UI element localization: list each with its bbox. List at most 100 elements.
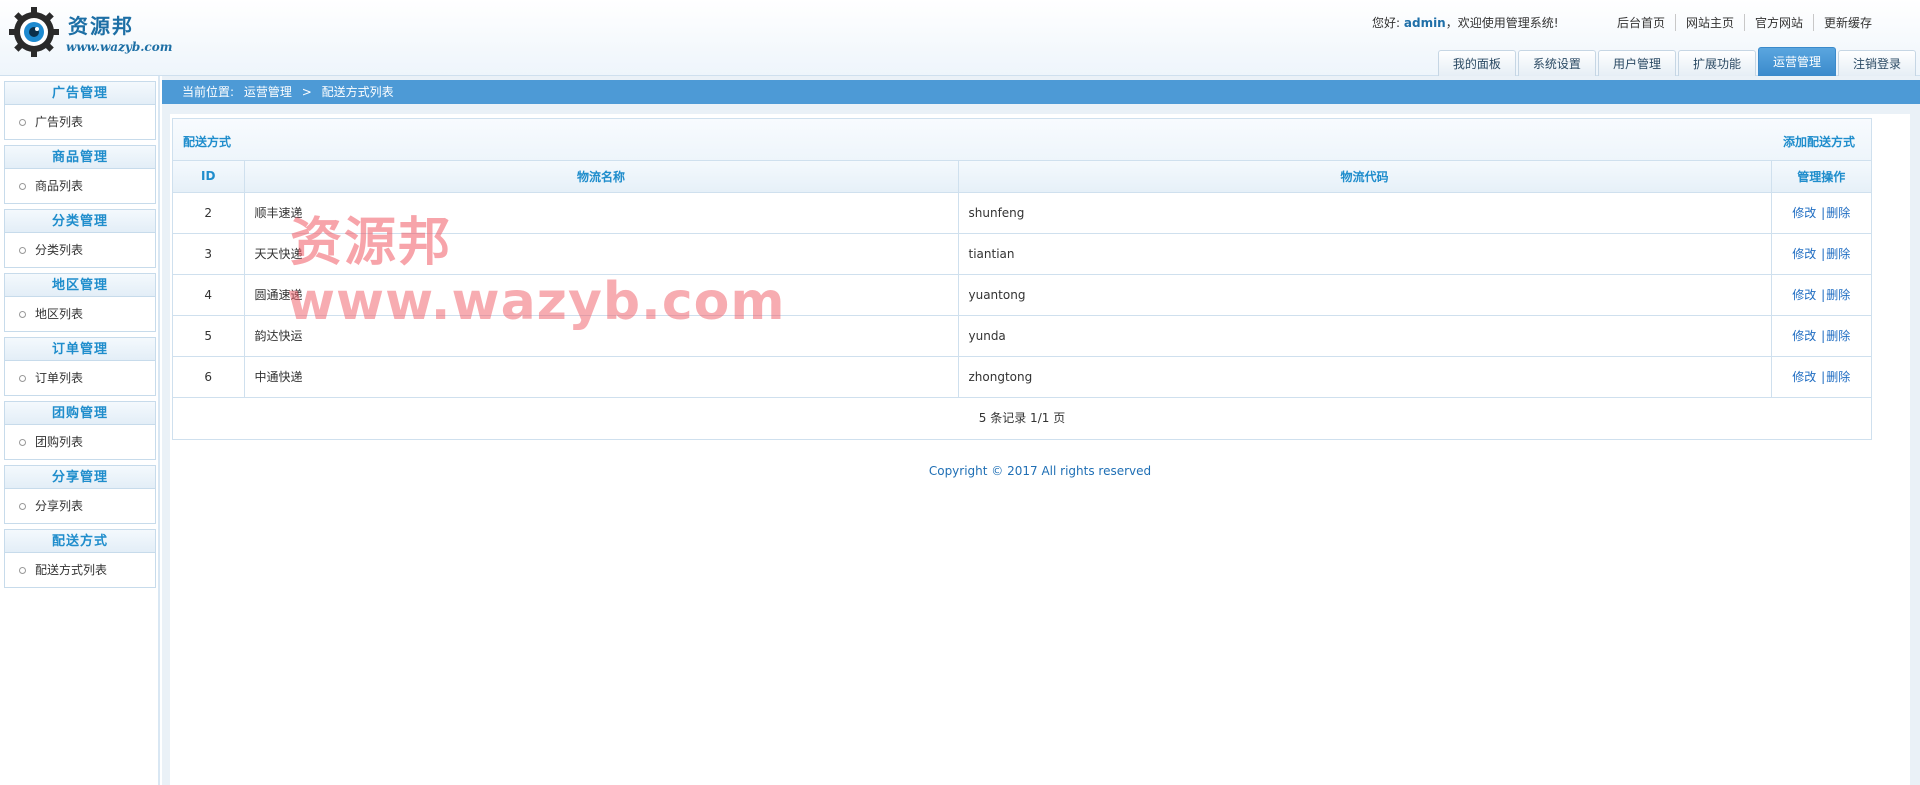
menu-group-ads: 广告管理 广告列表: [4, 81, 156, 140]
delete-link[interactable]: 删除: [1826, 247, 1850, 261]
gear-logo-icon: [9, 7, 59, 57]
bullet-icon: [19, 503, 26, 510]
breadcrumb-page: 配送方式列表: [321, 85, 394, 99]
logo-url: www.wazyb.com: [66, 40, 173, 54]
main-nav-tabs: 我的面板 系统设置 用户管理 扩展功能 运营管理 注销登录: [1436, 47, 1916, 76]
username: admin: [1403, 16, 1446, 30]
column-header-id: ID: [173, 161, 245, 193]
cell-code: zhongtong: [958, 356, 1772, 398]
link-admin-home[interactable]: 后台首页: [1607, 14, 1675, 31]
breadcrumb: 当前位置: 运营管理 > 配送方式列表: [162, 80, 1920, 104]
menu-group-orders: 订单管理 订单列表: [4, 337, 156, 396]
menu-item-label: 分享列表: [35, 499, 84, 513]
tab-system-settings[interactable]: 系统设置: [1517, 50, 1596, 76]
cell-id: 3: [173, 233, 245, 275]
menu-item-label: 广告列表: [35, 115, 84, 129]
logo-name: 资源邦: [68, 14, 134, 38]
menu-item-label: 地区列表: [35, 307, 84, 321]
link-update-cache[interactable]: 更新缓存: [1812, 14, 1882, 31]
menu-item-groupbuy-list[interactable]: 团购列表: [5, 425, 155, 459]
cell-id: 2: [173, 192, 245, 234]
cell-actions: 修改 |删除: [1771, 315, 1871, 357]
bullet-icon: [19, 567, 26, 574]
breadcrumb-separator: >: [301, 85, 312, 99]
breadcrumb-section[interactable]: 运营管理: [244, 85, 292, 99]
bullet-icon: [19, 375, 26, 382]
delete-link[interactable]: 删除: [1826, 329, 1850, 343]
bullet-icon: [19, 119, 26, 126]
breadcrumb-label: 当前位置:: [182, 85, 235, 99]
menu-item-category-list[interactable]: 分类列表: [5, 233, 155, 267]
tab-operations[interactable]: 运营管理: [1757, 47, 1836, 76]
tab-my-panel[interactable]: 我的面板: [1437, 50, 1516, 76]
menu-item-shipping-list[interactable]: 配送方式列表: [5, 553, 155, 587]
menu-item-label: 分类列表: [35, 243, 84, 257]
delete-link[interactable]: 删除: [1826, 288, 1850, 302]
sidebar: 广告管理 广告列表 商品管理 商品列表 分类管理 分类列表 地区管理 地区列表 …: [0, 76, 160, 785]
menu-title[interactable]: 广告管理: [5, 82, 155, 105]
panel-header: 配送方式 添加配送方式: [173, 119, 1871, 161]
cell-actions: 修改 |删除: [1771, 274, 1871, 316]
menu-item-label: 团购列表: [35, 435, 84, 449]
menu-title[interactable]: 团购管理: [5, 402, 155, 425]
bullet-icon: [19, 439, 26, 446]
cell-actions: 修改 |删除: [1771, 356, 1871, 398]
menu-item-product-list[interactable]: 商品列表: [5, 169, 155, 203]
link-site-home[interactable]: 网站主页: [1674, 14, 1744, 31]
cell-actions: 修改 |删除: [1771, 192, 1871, 234]
menu-group-shipping: 配送方式 配送方式列表: [4, 529, 156, 588]
menu-group-products: 商品管理 商品列表: [4, 145, 156, 204]
edit-link[interactable]: 修改: [1792, 329, 1816, 343]
tab-user-management[interactable]: 用户管理: [1597, 50, 1676, 76]
watermark-name: 资源邦: [290, 213, 453, 273]
column-header-code: 物流代码: [958, 161, 1772, 193]
delete-link[interactable]: 删除: [1826, 206, 1850, 220]
header: 资源邦 www.wazyb.com 您好: admin，欢迎使用管理系统! 后台…: [0, 0, 1920, 76]
edit-link[interactable]: 修改: [1792, 247, 1816, 261]
menu-item-label: 配送方式列表: [35, 563, 108, 577]
menu-item-share-list[interactable]: 分享列表: [5, 489, 155, 523]
table-row: 6 中通快递 zhongtong 修改 |删除: [173, 356, 1871, 398]
menu-title[interactable]: 分享管理: [5, 466, 155, 489]
tab-logout[interactable]: 注销登录: [1837, 50, 1916, 76]
menu-title[interactable]: 配送方式: [5, 530, 155, 553]
menu-item-region-list[interactable]: 地区列表: [5, 297, 155, 331]
tab-extensions[interactable]: 扩展功能: [1677, 50, 1756, 76]
cell-name: 中通快递: [244, 356, 959, 398]
menu-group-regions: 地区管理 地区列表: [4, 273, 156, 332]
cell-id: 4: [173, 274, 245, 316]
cell-code: tiantian: [958, 233, 1772, 275]
menu-title[interactable]: 分类管理: [5, 210, 155, 233]
panel-title: 配送方式: [183, 135, 232, 149]
welcome-text: 您好: admin，欢迎使用管理系统!: [1372, 14, 1559, 31]
menu-title[interactable]: 商品管理: [5, 146, 155, 169]
menu-item-ad-list[interactable]: 广告列表: [5, 105, 155, 139]
edit-link[interactable]: 修改: [1792, 206, 1816, 220]
menu-group-groupbuy: 团购管理 团购列表: [4, 401, 156, 460]
link-official-site[interactable]: 官方网站: [1743, 14, 1813, 31]
logo[interactable]: 资源邦 www.wazyb.com: [8, 4, 172, 60]
greeting-suffix: ，欢迎使用管理系统!: [1445, 16, 1559, 30]
greeting-prefix: 您好:: [1372, 16, 1401, 30]
menu-item-label: 商品列表: [35, 179, 84, 193]
menu-item-order-list[interactable]: 订单列表: [5, 361, 155, 395]
column-header-name: 物流名称: [244, 161, 959, 193]
menu-group-shares: 分享管理 分享列表: [4, 465, 156, 524]
cell-id: 5: [173, 315, 245, 357]
add-shipping-button[interactable]: 添加配送方式: [1783, 133, 1855, 150]
menu-title[interactable]: 订单管理: [5, 338, 155, 361]
copyright: Copyright © 2017 All rights reserved: [928, 464, 1152, 478]
menu-item-label: 订单列表: [35, 371, 84, 385]
menu-title[interactable]: 地区管理: [5, 274, 155, 297]
bullet-icon: [19, 183, 26, 190]
table-header-row: ID 物流名称 物流代码 管理操作: [173, 161, 1871, 193]
edit-link[interactable]: 修改: [1792, 288, 1816, 302]
cell-code: yunda: [958, 315, 1772, 357]
bullet-icon: [19, 311, 26, 318]
edit-link[interactable]: 修改: [1792, 370, 1816, 384]
delete-link[interactable]: 删除: [1826, 370, 1850, 384]
column-header-actions: 管理操作: [1771, 161, 1871, 193]
cell-code: yuantong: [958, 274, 1772, 316]
top-links: 后台首页 网站主页 官方网站 更新缓存: [1607, 14, 1882, 31]
cell-id: 6: [173, 356, 245, 398]
